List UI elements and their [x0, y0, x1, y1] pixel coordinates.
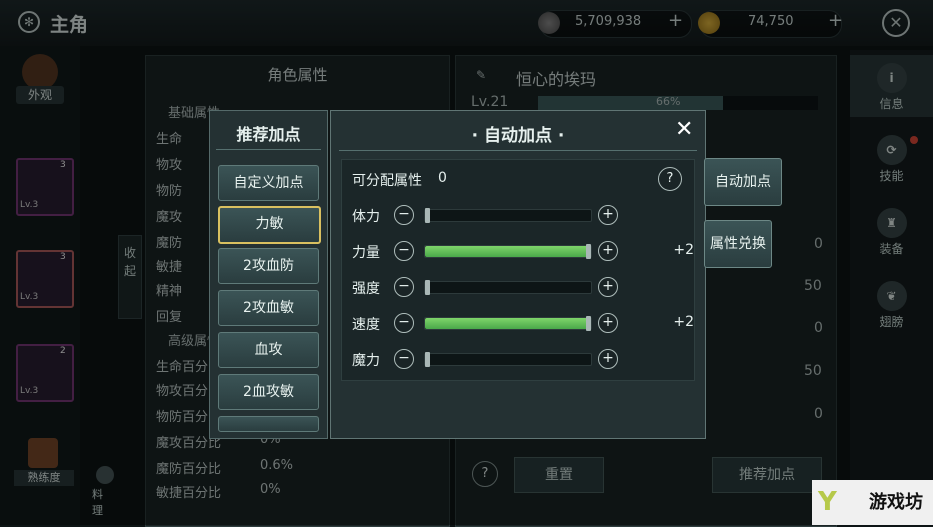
help-icon[interactable]: ? [658, 167, 682, 191]
available-points-value: 0 [438, 170, 447, 186]
speed-decrease-button[interactable]: − [394, 313, 414, 333]
preset-hp-atk-button[interactable]: 血攻 [218, 332, 319, 368]
toughness-slider[interactable] [424, 280, 592, 295]
stamina-decrease-button[interactable]: − [394, 205, 414, 225]
recommend-panel: 推荐加点 自定义加点 力敏 2攻血防 2攻血敏 血攻 2血攻敏 [209, 110, 328, 439]
magic-decrease-button[interactable]: − [394, 349, 414, 369]
toughness-slider-knob[interactable] [425, 280, 430, 295]
attr-label-strength: 力量 [352, 245, 380, 261]
recommend-divider [216, 149, 321, 150]
speed-slider[interactable] [424, 316, 592, 331]
stamina-slider[interactable] [424, 208, 592, 223]
magic-increase-button[interactable]: + [598, 349, 618, 369]
preset-2atk-hp-agi-button[interactable]: 2攻血敏 [218, 290, 319, 326]
attr-row-speed: 速度 − + +2 [352, 311, 694, 335]
auto-allocate-panel: · 自动加点 · ✕ 可分配属性 0 ? 体力 − + 力量 − + +2 强度… [330, 110, 706, 439]
watermark-text: 游戏坊 [869, 492, 923, 513]
strength-slider[interactable] [424, 244, 592, 259]
attr-label-stamina: 体力 [352, 209, 380, 225]
recommend-panel-title: 推荐加点 [236, 125, 301, 144]
preset-custom-button[interactable]: 自定义加点 [218, 165, 319, 201]
strength-delta: +2 [673, 242, 694, 258]
tab-auto-allocate[interactable]: 自动加点 [704, 158, 782, 206]
strength-decrease-button[interactable]: − [394, 241, 414, 261]
strength-slider-fill [425, 246, 591, 257]
toughness-increase-button[interactable]: + [598, 277, 618, 297]
auto-panel-divider [339, 150, 697, 151]
speed-slider-knob[interactable] [586, 316, 591, 331]
attr-label-toughness: 强度 [352, 281, 380, 297]
stamina-slider-knob[interactable] [425, 208, 430, 223]
close-icon[interactable]: ✕ [675, 117, 693, 142]
preset-more-button[interactable] [218, 416, 319, 432]
speed-slider-fill [425, 318, 591, 329]
preset-str-agi-button[interactable]: 力敏 [218, 206, 321, 244]
auto-panel-title: · 自动加点 · [471, 126, 565, 146]
watermark-logo: Y 游戏坊 [812, 480, 933, 525]
magic-slider[interactable] [424, 352, 592, 367]
attr-row-toughness: 强度 − + [352, 275, 692, 299]
preset-2hp-atk-agi-button[interactable]: 2血攻敏 [218, 374, 319, 410]
attr-row-magic: 魔力 − + [352, 347, 692, 371]
tab-attribute-exchange[interactable]: 属性兑换 [704, 220, 772, 268]
attr-label-magic: 魔力 [352, 353, 380, 369]
preset-2atk-hp-def-button[interactable]: 2攻血防 [218, 248, 319, 284]
attr-row-stamina: 体力 − + [352, 203, 692, 227]
available-points-label: 可分配属性 [352, 173, 422, 189]
attr-row-strength: 力量 − + +2 [352, 239, 694, 263]
strength-increase-button[interactable]: + [598, 241, 618, 261]
stamina-increase-button[interactable]: + [598, 205, 618, 225]
magic-slider-knob[interactable] [425, 352, 430, 367]
speed-delta: +2 [673, 314, 694, 330]
speed-increase-button[interactable]: + [598, 313, 618, 333]
attr-label-speed: 速度 [352, 317, 380, 333]
strength-slider-knob[interactable] [586, 244, 591, 259]
watermark-y-icon: Y [818, 487, 837, 517]
attribute-editor: 可分配属性 0 ? 体力 − + 力量 − + +2 强度 − + 速度 − +… [341, 159, 695, 381]
toughness-decrease-button[interactable]: − [394, 277, 414, 297]
